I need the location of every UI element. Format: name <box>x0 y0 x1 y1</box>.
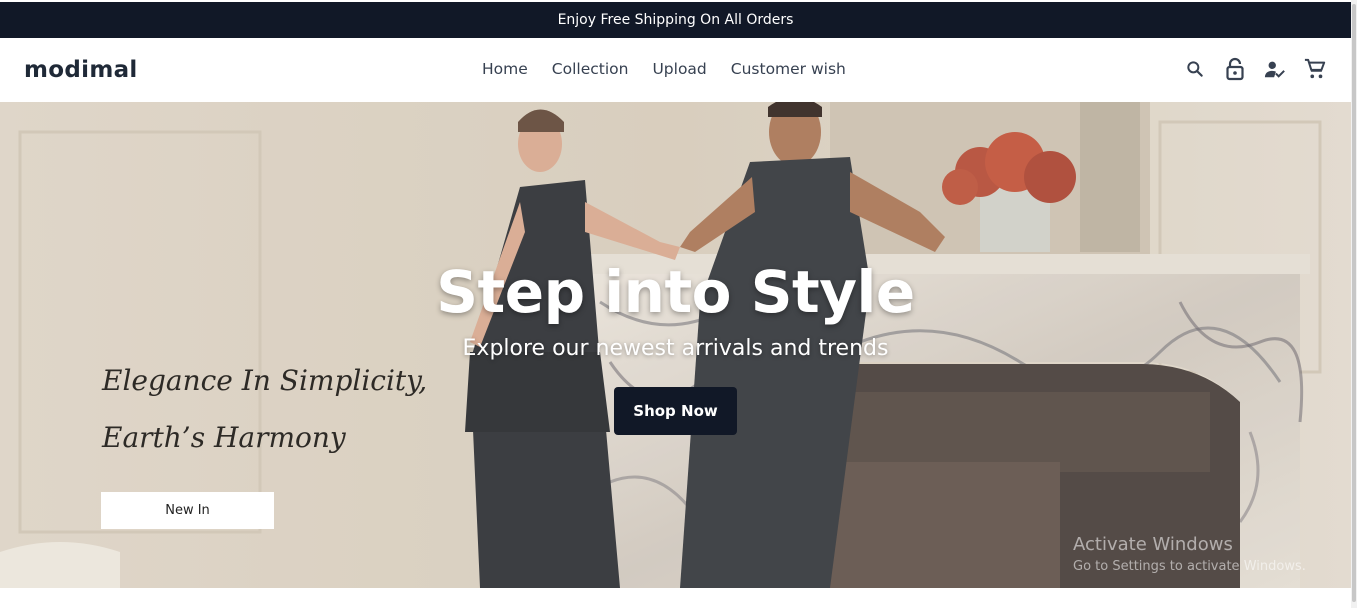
nav-link-home[interactable]: Home <box>482 60 528 78</box>
announcement-bar: Enjoy Free Shipping On All Orders <box>0 2 1351 38</box>
nav-link-upload[interactable]: Upload <box>652 60 706 78</box>
watermark-line2: Go to Settings to activate Windows. <box>1073 559 1306 574</box>
windows-activation-watermark: Activate Windows Go to Settings to activ… <box>1073 534 1306 574</box>
hero-tagline-line1: Elegance In Simplicity, <box>102 364 428 397</box>
site-logo[interactable]: modimal <box>24 57 138 83</box>
lock-icon[interactable] <box>1224 57 1246 81</box>
hero-title: Step into Style <box>436 258 915 326</box>
page-bottom <box>0 588 1351 608</box>
scrollbar-thumb[interactable] <box>1352 4 1356 602</box>
new-in-button[interactable]: New In <box>101 492 274 529</box>
watermark-line1: Activate Windows <box>1073 534 1233 555</box>
site-header: modimal Home Collection Upload Customer … <box>0 38 1351 102</box>
hero-banner: Step into Style Explore our newest arriv… <box>0 102 1351 588</box>
cart-icon[interactable] <box>1304 57 1326 81</box>
shop-now-button[interactable]: Shop Now <box>614 387 737 435</box>
main-nav: Home Collection Upload Customer wish <box>482 60 846 78</box>
header-icons <box>1184 57 1326 81</box>
page-scrollbar[interactable] <box>1351 0 1357 608</box>
hero-subtitle: Explore our newest arrivals and trends <box>462 336 889 361</box>
nav-link-customer-wish[interactable]: Customer wish <box>731 60 846 78</box>
hero-tagline-line2: Earth’s Harmony <box>102 421 346 454</box>
nav-link-collection[interactable]: Collection <box>552 60 629 78</box>
user-check-icon[interactable] <box>1264 57 1286 81</box>
search-icon[interactable] <box>1184 57 1206 81</box>
announcement-text: Enjoy Free Shipping On All Orders <box>557 12 794 28</box>
